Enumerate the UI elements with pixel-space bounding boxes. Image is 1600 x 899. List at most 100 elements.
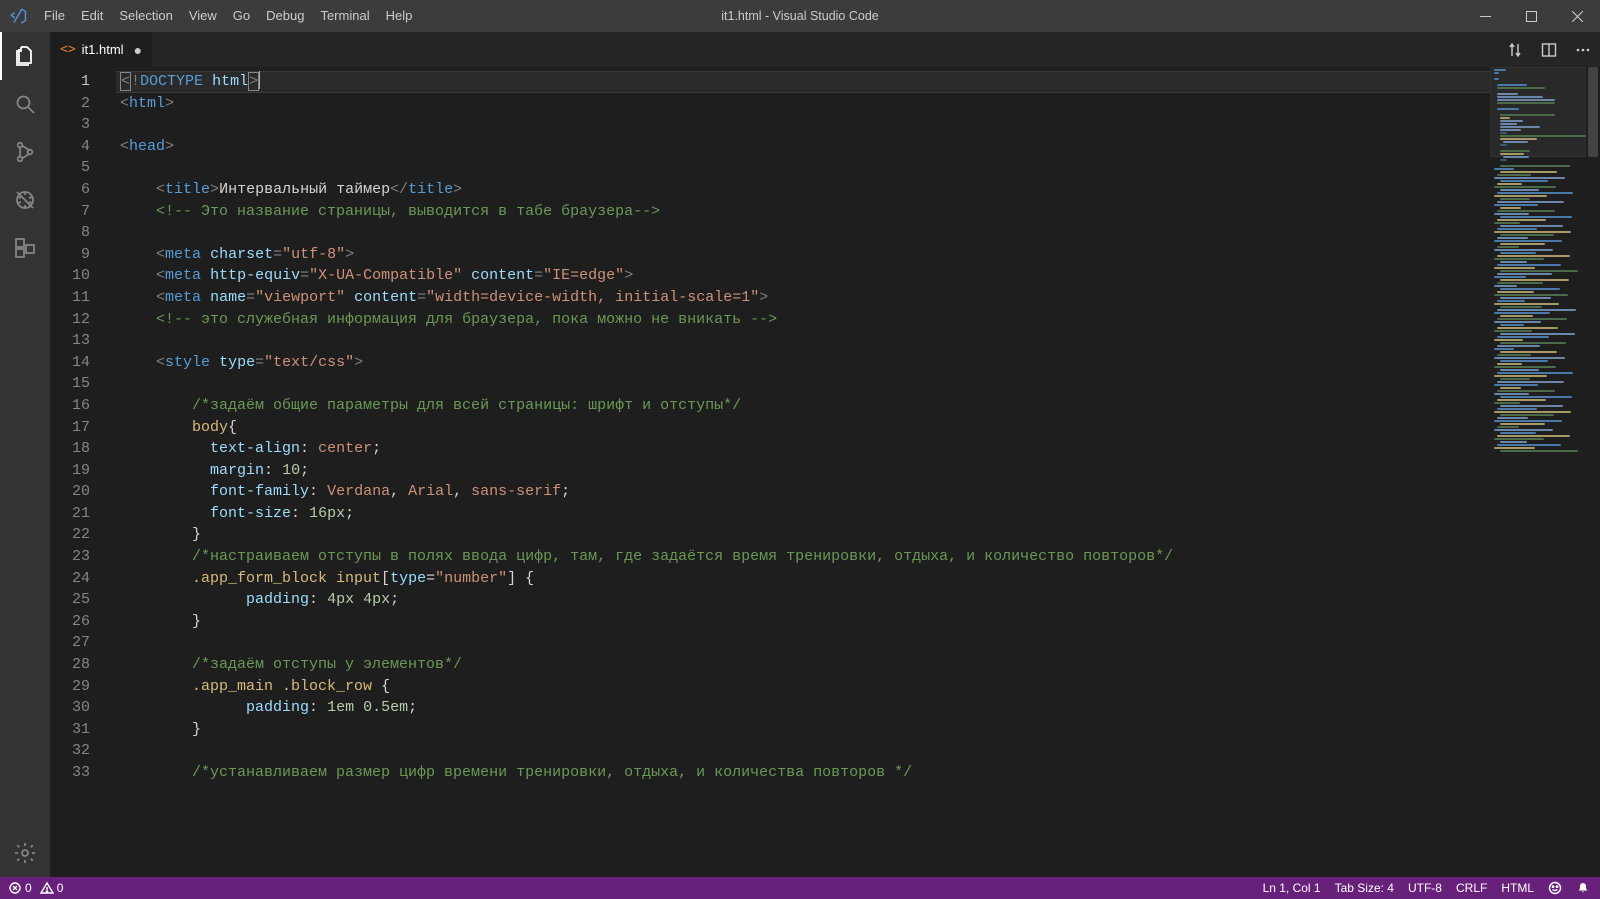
editor-actions xyxy=(1498,32,1600,67)
line-number: 32 xyxy=(50,740,116,762)
editor[interactable]: 1234567891011121314151617181920212223242… xyxy=(50,67,1600,877)
code-line[interactable]: margin: 10; xyxy=(116,460,1490,482)
menu-view[interactable]: View xyxy=(181,0,225,32)
vscode-window: FileEditSelectionViewGoDebugTerminalHelp… xyxy=(0,0,1600,899)
minimize-button[interactable] xyxy=(1462,0,1508,32)
status-language[interactable]: HTML xyxy=(1501,881,1534,895)
line-number: 27 xyxy=(50,632,116,654)
code-line[interactable]: } xyxy=(116,611,1490,633)
code-line[interactable] xyxy=(116,632,1490,654)
code-line[interactable]: /*задаём общие параметры для всей страни… xyxy=(116,395,1490,417)
menu-selection[interactable]: Selection xyxy=(111,0,180,32)
line-number: 12 xyxy=(50,309,116,331)
line-number: 25 xyxy=(50,589,116,611)
code-line[interactable] xyxy=(116,740,1490,762)
code-line[interactable]: <!DOCTYPE html> xyxy=(116,71,1490,93)
line-number: 16 xyxy=(50,395,116,417)
line-number: 24 xyxy=(50,568,116,590)
extensions-icon[interactable] xyxy=(0,224,50,272)
code-line[interactable]: /*устанавливаем размер цифр времени трен… xyxy=(116,762,1490,784)
line-number: 29 xyxy=(50,676,116,698)
line-number: 10 xyxy=(50,265,116,287)
maximize-button[interactable] xyxy=(1508,0,1554,32)
line-number: 7 xyxy=(50,201,116,223)
debug-icon[interactable] xyxy=(0,176,50,224)
menu-help[interactable]: Help xyxy=(378,0,421,32)
window-title: it1.html - Visual Studio Code xyxy=(721,9,879,23)
code-area[interactable]: <!DOCTYPE html><html> <head> <title>Интер… xyxy=(116,67,1490,877)
code-line[interactable]: <meta http-equiv="X-UA-Compatible" conte… xyxy=(116,265,1490,287)
code-line[interactable]: text-align: center; xyxy=(116,438,1490,460)
html-file-icon: <> xyxy=(60,42,76,57)
code-line[interactable]: font-size: 16px; xyxy=(116,503,1490,525)
code-line[interactable]: /*задаём отступы у элементов*/ xyxy=(116,654,1490,676)
search-icon[interactable] xyxy=(0,80,50,128)
code-line[interactable]: <!-- это служебная информация для браузе… xyxy=(116,309,1490,331)
code-line[interactable]: } xyxy=(116,524,1490,546)
status-feedback-icon[interactable] xyxy=(1548,881,1562,895)
status-errors[interactable]: 0 xyxy=(6,881,34,895)
code-line[interactable]: .app_form_block input[type="number"] { xyxy=(116,568,1490,590)
split-editor-icon[interactable] xyxy=(1532,32,1566,67)
line-number: 13 xyxy=(50,330,116,352)
settings-gear-icon[interactable] xyxy=(0,829,50,877)
status-ln-col[interactable]: Ln 1, Col 1 xyxy=(1263,881,1321,895)
line-number: 4 xyxy=(50,136,116,158)
code-line[interactable]: padding: 1em 0.5em; xyxy=(116,697,1490,719)
line-number: 18 xyxy=(50,438,116,460)
line-number: 9 xyxy=(50,244,116,266)
workbench: <> it1.html ● 12345678910111213141516171… xyxy=(0,32,1600,877)
code-line[interactable]: /*настраиваем отступы в полях ввода цифр… xyxy=(116,546,1490,568)
code-line[interactable] xyxy=(116,222,1490,244)
menu-go[interactable]: Go xyxy=(225,0,258,32)
code-line[interactable]: body{ xyxy=(116,417,1490,439)
line-number: 6 xyxy=(50,179,116,201)
status-eol[interactable]: CRLF xyxy=(1456,881,1487,895)
menu-debug[interactable]: Debug xyxy=(258,0,312,32)
tab-bar: <> it1.html ● xyxy=(50,32,1600,67)
git-icon[interactable] xyxy=(0,128,50,176)
files-icon[interactable] xyxy=(0,32,50,80)
more-actions-icon[interactable] xyxy=(1566,32,1600,67)
minimap-canvas xyxy=(1494,69,1582,875)
editor-group: <> it1.html ● 12345678910111213141516171… xyxy=(50,32,1600,877)
code-line[interactable]: <html> xyxy=(116,93,1490,115)
code-line[interactable] xyxy=(116,373,1490,395)
line-number: 23 xyxy=(50,546,116,568)
code-line[interactable]: .app_main .block_row { xyxy=(116,676,1490,698)
code-line[interactable] xyxy=(116,330,1490,352)
menu-edit[interactable]: Edit xyxy=(73,0,111,32)
status-warnings[interactable]: 0 xyxy=(38,881,66,895)
status-encoding[interactable]: UTF-8 xyxy=(1408,881,1442,895)
activity-bar xyxy=(0,32,50,877)
code-line[interactable]: <!-- Это название страницы, выводится в … xyxy=(116,201,1490,223)
tab-dirty-close-icon[interactable]: ● xyxy=(134,42,142,58)
code-line[interactable]: padding: 4px 4px; xyxy=(116,589,1490,611)
status-bar: 0 0 Ln 1, Col 1 Tab Size: 4 UTF-8 CRLF H… xyxy=(0,877,1600,899)
menu-bar: FileEditSelectionViewGoDebugTerminalHelp xyxy=(36,0,420,32)
status-bell-icon[interactable] xyxy=(1576,881,1590,895)
scrollbar-thumb[interactable] xyxy=(1588,67,1598,157)
editor-scrollbar[interactable] xyxy=(1586,67,1600,877)
menu-file[interactable]: File xyxy=(36,0,73,32)
code-line[interactable]: } xyxy=(116,719,1490,741)
status-warning-count: 0 xyxy=(57,881,64,895)
code-line[interactable] xyxy=(116,114,1490,136)
close-button[interactable] xyxy=(1554,0,1600,32)
line-number: 31 xyxy=(50,719,116,741)
code-line[interactable]: <style type="text/css"> xyxy=(116,352,1490,374)
status-error-count: 0 xyxy=(25,881,32,895)
status-tab-size[interactable]: Tab Size: 4 xyxy=(1335,881,1394,895)
code-line[interactable]: <title>Интервальный таймер</title> xyxy=(116,179,1490,201)
menu-terminal[interactable]: Terminal xyxy=(312,0,377,32)
code-line[interactable]: font-family: Verdana, Arial, sans-serif; xyxy=(116,481,1490,503)
code-line[interactable]: <head> xyxy=(116,136,1490,158)
compare-icon[interactable] xyxy=(1498,32,1532,67)
tab-it1-html[interactable]: <> it1.html ● xyxy=(50,32,153,67)
minimap[interactable] xyxy=(1490,67,1586,877)
code-line[interactable]: <meta name="viewport" content="width=dev… xyxy=(116,287,1490,309)
code-line[interactable]: <meta charset="utf-8"> xyxy=(116,244,1490,266)
title-bar: FileEditSelectionViewGoDebugTerminalHelp… xyxy=(0,0,1600,32)
tab-label: it1.html xyxy=(82,42,124,57)
code-line[interactable] xyxy=(116,157,1490,179)
